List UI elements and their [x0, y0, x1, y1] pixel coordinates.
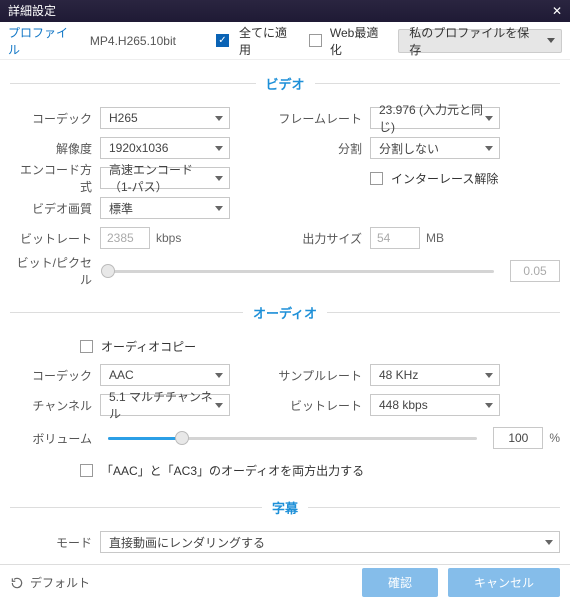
bpp-value[interactable]: 0.05 [510, 260, 560, 282]
chevron-down-icon [485, 373, 493, 378]
profile-label: プロファイル [8, 24, 80, 58]
video-section-label: ビデオ [256, 74, 315, 93]
audio-copy-checkbox[interactable] [80, 340, 93, 353]
codec-select[interactable]: H265 [100, 107, 230, 129]
bitrate-unit: kbps [156, 231, 181, 245]
chevron-down-icon [545, 540, 553, 545]
apply-all-checkbox[interactable] [216, 34, 229, 47]
apply-all-label: 全てに適用 [239, 24, 299, 58]
audio-bitrate-label: ビットレート [270, 397, 370, 414]
chevron-down-icon [547, 38, 555, 43]
web-opt-label: Web最適化 [330, 24, 390, 58]
mode-select[interactable]: 直接動画にレンダリングする [100, 531, 560, 553]
quality-select[interactable]: 標準 [100, 197, 230, 219]
chevron-down-icon [215, 116, 223, 121]
split-label: 分割 [270, 140, 370, 157]
save-profile-label: 私のプロファイルを保存 [409, 24, 541, 58]
chevron-down-icon [485, 116, 493, 121]
ok-button[interactable]: 確認 [362, 568, 438, 597]
dual-output-checkbox[interactable] [80, 464, 93, 477]
volume-slider[interactable] [108, 437, 477, 440]
cancel-button[interactable]: キャンセル [448, 568, 560, 597]
default-label: デフォルト [30, 574, 90, 591]
subs-section-header: 字幕 [10, 498, 560, 517]
reset-icon [10, 576, 24, 590]
chevron-down-icon [215, 206, 223, 211]
deinterlace-label: インターレース解除 [391, 170, 498, 187]
audio-codec-label: コーデック [10, 367, 100, 384]
resolution-select[interactable]: 1920x1036 [100, 137, 230, 159]
channel-label: チャンネル [10, 397, 100, 414]
window-title: 詳細設定 [8, 0, 56, 22]
bitrate-input[interactable]: 2385 [100, 227, 150, 249]
video-form: コーデック H265 フレームレート 23.976 (入力元と同じ) 解像度 1… [0, 103, 570, 289]
bpp-label: ビット/ピクセル [10, 254, 100, 288]
slider-thumb[interactable] [101, 264, 115, 278]
bitrate-label: ビットレート [10, 230, 100, 247]
output-size-label: 出力サイズ [270, 230, 370, 247]
framerate-select[interactable]: 23.976 (入力元と同じ) [370, 107, 500, 129]
deinterlace-checkbox[interactable] [370, 172, 383, 185]
audio-copy-label: オーディオコピー [101, 338, 196, 355]
split-select[interactable]: 分割しない [370, 137, 500, 159]
chevron-down-icon [485, 146, 493, 151]
audio-form: オーディオコピー コーデック AAC サンプルレート 48 KHz チャンネル … [0, 332, 570, 484]
chevron-down-icon [215, 373, 223, 378]
samplerate-label: サンプルレート [270, 367, 370, 384]
close-icon[interactable]: ✕ [552, 0, 562, 22]
video-section-header: ビデオ [10, 74, 560, 93]
audio-bitrate-select[interactable]: 448 kbps [370, 394, 500, 416]
chevron-down-icon [485, 403, 493, 408]
subs-form: モード 直接動画にレンダリングする [0, 527, 570, 557]
web-opt-checkbox[interactable] [309, 34, 322, 47]
default-button[interactable]: デフォルト [10, 574, 90, 591]
framerate-label: フレームレート [270, 110, 370, 127]
chevron-down-icon [215, 176, 223, 181]
volume-unit: % [549, 431, 560, 445]
subs-section-label: 字幕 [262, 498, 308, 517]
codec-label: コーデック [10, 110, 100, 127]
output-size-unit: MB [426, 231, 444, 245]
dual-output-label: 「AAC」と「AC3」のオーディオを両方出力する [101, 462, 364, 479]
mode-label: モード [10, 534, 100, 551]
samplerate-select[interactable]: 48 KHz [370, 364, 500, 386]
volume-label: ボリューム [10, 430, 100, 447]
save-profile-button[interactable]: 私のプロファイルを保存 [398, 29, 562, 53]
footer: デフォルト 確認 キャンセル [0, 564, 570, 600]
quality-label: ビデオ画質 [10, 200, 100, 217]
header-bar: プロファイル MP4.H265.10bit 全てに適用 Web最適化 私のプロフ… [0, 22, 570, 60]
audio-section-label: オーディオ [243, 303, 327, 322]
volume-value[interactable]: 100 [493, 427, 543, 449]
channel-select[interactable]: 5.1 マルチチャンネル [100, 394, 230, 416]
chevron-down-icon [215, 403, 223, 408]
encode-select[interactable]: 高速エンコード（1-パス） [100, 167, 230, 189]
encode-label: エンコード方式 [10, 161, 100, 195]
titlebar: 詳細設定 ✕ [0, 0, 570, 22]
output-size-input[interactable]: 54 [370, 227, 420, 249]
slider-thumb[interactable] [175, 431, 189, 445]
chevron-down-icon [215, 146, 223, 151]
resolution-label: 解像度 [10, 140, 100, 157]
bpp-slider[interactable] [108, 270, 494, 273]
audio-section-header: オーディオ [10, 303, 560, 322]
audio-codec-select[interactable]: AAC [100, 364, 230, 386]
profile-value: MP4.H265.10bit [90, 34, 176, 48]
